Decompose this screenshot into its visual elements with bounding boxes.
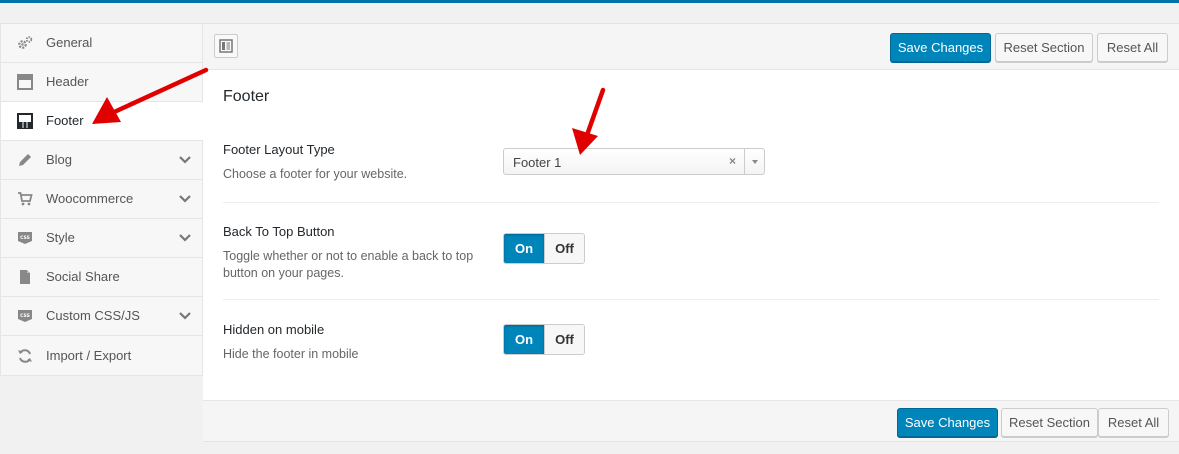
file-icon [17, 269, 33, 285]
chevron-down-icon[interactable] [178, 192, 192, 206]
sidebar-item-footer[interactable]: Footer [1, 102, 203, 141]
toggle-off-option[interactable]: Off [544, 325, 584, 354]
options-header-bar: Save Changes Reset Section Reset All [203, 23, 1179, 70]
field-label: Footer Layout Type [223, 142, 335, 157]
sidebar-item-label: Custom CSS/JS [46, 308, 140, 323]
sidebar-item-general[interactable]: General [1, 24, 203, 63]
sidebar-item-label: Social Share [46, 269, 120, 284]
chevron-down-icon[interactable] [178, 231, 192, 245]
sidebar-item-label: Woocommerce [46, 191, 134, 206]
sidebar-item-social-share[interactable]: Social Share [1, 258, 203, 297]
sidebar-item-blog[interactable]: Blog [1, 141, 203, 180]
sidebar-item-label: Header [46, 74, 89, 89]
cart-icon [17, 191, 33, 207]
sidebar-item-label: Style [46, 230, 75, 245]
field-divider [223, 299, 1159, 300]
select-value: Footer 1 [513, 155, 562, 170]
field-description: Toggle whether or not to enable a back t… [223, 249, 474, 280]
reset-all-button[interactable]: Reset All [1098, 408, 1169, 437]
svg-text:CSS: CSS [20, 313, 30, 319]
save-changes-button[interactable]: Save Changes [897, 408, 998, 437]
sidebar-item-import-export[interactable]: Import / Export [1, 336, 203, 375]
field-divider [223, 202, 1159, 203]
hidden-on-mobile-toggle[interactable]: On Off [503, 324, 585, 355]
sidebar-item-label: Blog [46, 152, 73, 167]
dropdown-arrow-icon[interactable] [752, 160, 758, 164]
footer-layout-select[interactable]: Footer 1 × [503, 148, 765, 175]
options-panel: Footer Footer Layout Type Choose a foote… [203, 70, 1179, 400]
pencil-icon [17, 152, 33, 168]
reset-section-button[interactable]: Reset Section [995, 33, 1093, 62]
css-icon: CSS [17, 308, 33, 324]
field-hidden-on-mobile: Hidden on mobile Hide the footer in mobi… [223, 322, 1159, 372]
admin-top-bar [0, 0, 1179, 3]
chevron-down-icon[interactable] [178, 309, 192, 323]
select-divider [744, 149, 745, 174]
toggle-off-option[interactable]: Off [544, 234, 584, 263]
sidebar-item-label: General [46, 35, 93, 50]
section-title: Footer [223, 88, 270, 105]
gears-icon [17, 35, 33, 51]
sidebar-item-custom-css-js[interactable]: CSS Custom CSS/JS [1, 297, 203, 336]
field-label: Back To Top Button [223, 224, 335, 239]
footer-layout-icon [17, 113, 33, 129]
back-to-top-toggle[interactable]: On Off [503, 233, 585, 264]
reset-all-button[interactable]: Reset All [1097, 33, 1168, 62]
reset-section-button[interactable]: Reset Section [1001, 408, 1098, 437]
toggle-on-option[interactable]: On [504, 325, 544, 354]
refresh-icon [17, 348, 33, 364]
options-sidebar: General Header Footer Blog Woocommerce C… [0, 23, 203, 376]
toggle-on-option[interactable]: On [504, 234, 544, 263]
field-back-to-top: Back To Top Button Toggle whether or not… [223, 224, 1159, 294]
svg-text:CSS: CSS [20, 235, 30, 241]
sidebar-item-style[interactable]: CSS Style [1, 219, 203, 258]
layout-icon [219, 39, 233, 53]
field-description: Choose a footer for your website. [223, 167, 408, 181]
css-icon: CSS [17, 230, 33, 246]
field-label: Hidden on mobile [223, 322, 325, 337]
options-footer-bar: Save Changes Reset Section Reset All [203, 400, 1179, 442]
sidebar-item-label: Footer [46, 113, 84, 128]
save-changes-button[interactable]: Save Changes [890, 33, 991, 62]
sidebar-item-woocommerce[interactable]: Woocommerce [1, 180, 203, 219]
header-layout-icon [17, 74, 33, 90]
sidebar-item-header[interactable]: Header [1, 63, 203, 102]
clear-selection-icon[interactable]: × [729, 154, 736, 168]
expand-layout-button[interactable] [214, 34, 238, 58]
field-description: Hide the footer in mobile [223, 347, 359, 361]
chevron-down-icon[interactable] [178, 153, 192, 167]
sidebar-item-label: Import / Export [46, 347, 132, 363]
